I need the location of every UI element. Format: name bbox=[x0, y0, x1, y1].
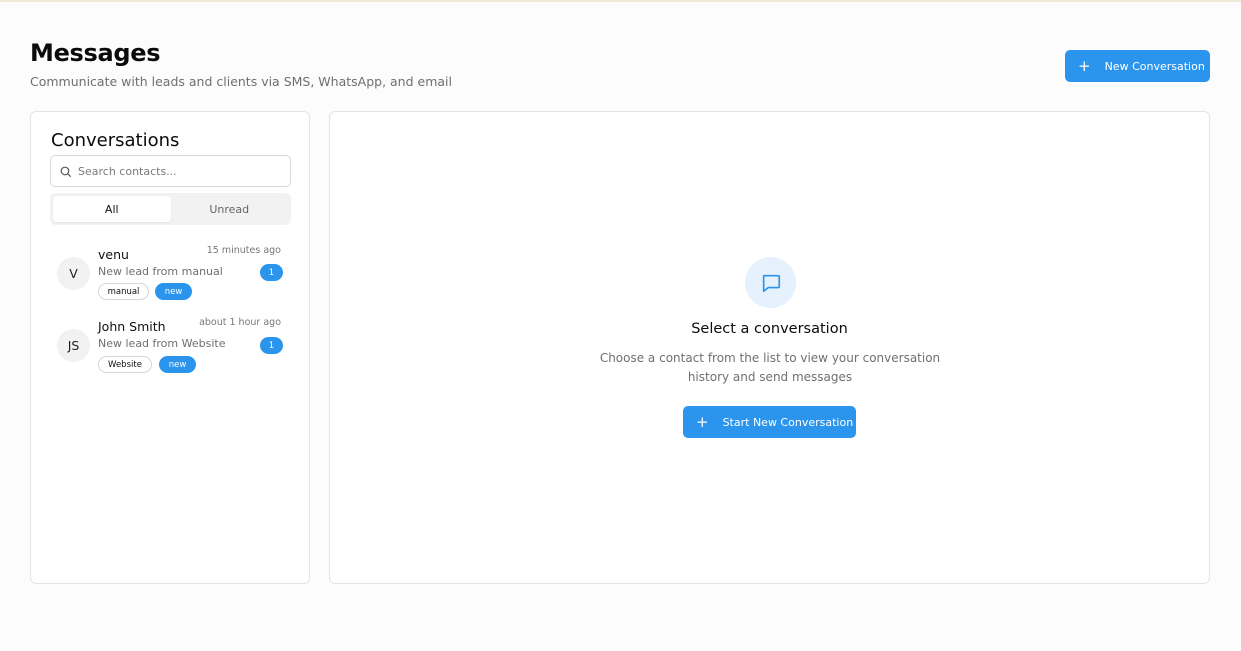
message-square-icon bbox=[745, 257, 796, 308]
message-time: about 1 hour ago bbox=[199, 317, 281, 328]
tab-all[interactable]: All bbox=[53, 196, 171, 222]
new-conversation-button[interactable]: + New Conversation bbox=[1065, 50, 1210, 82]
contact-name: venu bbox=[98, 247, 129, 262]
page-title: Messages bbox=[30, 39, 161, 67]
conversations-panel: Conversations All Unread V venu 15 minut… bbox=[30, 111, 310, 584]
new-conversation-label: New Conversation bbox=[1104, 59, 1205, 73]
conversations-title: Conversations bbox=[51, 130, 180, 151]
start-conversation-label: Start New Conversation bbox=[722, 415, 854, 429]
start-new-conversation-button[interactable]: + Start New Conversation bbox=[683, 406, 856, 438]
avatar: JS bbox=[57, 329, 90, 362]
unread-count-badge: 1 bbox=[260, 337, 283, 354]
message-preview: New lead from manual bbox=[98, 265, 223, 278]
source-tag: manual bbox=[98, 283, 149, 300]
avatar: V bbox=[57, 257, 90, 290]
search-icon bbox=[60, 166, 71, 177]
tab-unread[interactable]: Unread bbox=[171, 196, 289, 222]
status-tag: new bbox=[159, 356, 196, 373]
contact-name: John Smith bbox=[98, 319, 166, 334]
search-box[interactable] bbox=[50, 155, 291, 187]
empty-state-description: Choose a contact from the list to view y… bbox=[599, 351, 941, 384]
unread-count-badge: 1 bbox=[260, 264, 283, 281]
source-tag: Website bbox=[98, 356, 152, 373]
message-preview: New lead from Website bbox=[98, 337, 226, 350]
conversation-panel: Select a conversation Choose a contact f… bbox=[329, 111, 1210, 584]
filter-tabs: All Unread bbox=[50, 193, 291, 225]
plus-icon: + bbox=[1078, 56, 1091, 75]
conversation-item[interactable]: JS John Smith about 1 hour ago New lead … bbox=[51, 314, 291, 376]
status-tag: new bbox=[155, 283, 192, 300]
conversation-item[interactable]: V venu 15 minutes ago New lead from manu… bbox=[51, 242, 291, 304]
page-subtitle: Communicate with leads and clients via S… bbox=[30, 74, 452, 89]
search-input[interactable] bbox=[78, 164, 278, 178]
plus-icon: + bbox=[696, 412, 709, 431]
message-time: 15 minutes ago bbox=[206, 245, 281, 256]
empty-state-title: Select a conversation bbox=[691, 321, 848, 337]
top-border bbox=[0, 0, 1241, 2]
